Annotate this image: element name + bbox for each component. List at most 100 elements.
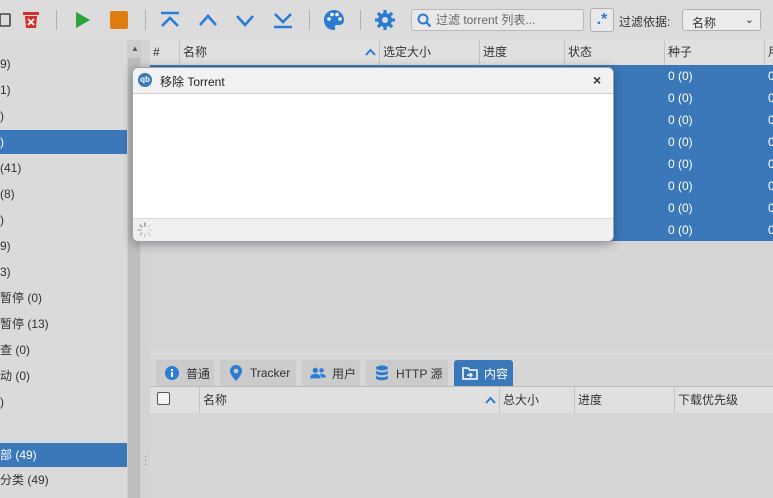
splitter-grip-icon[interactable]: · · ·: [144, 452, 147, 470]
toolbar-separator: [145, 10, 146, 30]
seeds-cell: 0 (0): [668, 201, 693, 215]
sidebar-item[interactable]: 动 (0): [0, 364, 127, 388]
users-icon: [310, 365, 326, 381]
tab-general-label: 普通: [186, 366, 211, 381]
dialog-titlebar[interactable]: qb 移除 Torrent ×: [133, 68, 613, 94]
peers-cell: 0: [768, 91, 773, 105]
seeds-cell: 0 (0): [668, 179, 693, 193]
seeds-cell: 0 (0): [668, 113, 693, 127]
content-column-header-total-size[interactable]: 总大小: [500, 387, 575, 413]
add-torrent-icon[interactable]: [0, 9, 12, 31]
loading-spinner-icon: [137, 222, 153, 238]
dialog-footer: [133, 218, 613, 241]
toolbar-separator: [56, 10, 57, 30]
delete-torrent-button[interactable]: [19, 9, 43, 31]
seeds-cell: 0 (0): [668, 69, 693, 83]
filter-by-label: 过滤依据:: [619, 15, 671, 29]
column-header-peers[interactable]: 用: [765, 40, 773, 65]
sidebar-item[interactable]: 暂停 (0): [0, 286, 127, 310]
pause-button[interactable]: [107, 9, 131, 31]
peers-cell: 0: [768, 135, 773, 149]
move-up-button[interactable]: [196, 9, 220, 31]
tab-http-sources[interactable]: HTTP 源: [366, 360, 448, 386]
folder-link-icon: [462, 365, 478, 381]
column-header-progress[interactable]: 进度: [480, 40, 565, 65]
sidebar-item[interactable]: ): [0, 104, 127, 128]
sidebar-item[interactable]: 9): [0, 234, 127, 258]
column-header-select: [150, 387, 200, 413]
peers-cell: 0: [768, 113, 773, 127]
peers-cell: 0: [768, 157, 773, 171]
content-table-header: 名称 总大小 进度 下载优先级: [150, 386, 773, 414]
content-column-header-progress[interactable]: 进度: [575, 387, 675, 413]
sidebar: 9) 1))) (41) (8)) 9) 3) 暂停 (0) 暂停 (13) 查 (0) 动 …: [0, 40, 127, 498]
sidebar-item[interactable]: ): [0, 390, 127, 414]
info-icon: [164, 365, 180, 381]
peers-cell: 0: [768, 201, 773, 215]
remove-torrent-dialog: qb 移除 Torrent ×: [132, 67, 614, 242]
move-down-button[interactable]: [233, 9, 257, 31]
seeds-cell: 0 (0): [668, 157, 693, 171]
sort-ascending-icon: [365, 48, 376, 56]
dialog-body: [133, 94, 613, 218]
seeds-cell: 0 (0): [668, 135, 693, 149]
seeds-cell: 0 (0): [668, 91, 693, 105]
tab-content-label: 内容: [484, 366, 509, 381]
sidebar-item[interactable]: [0, 416, 127, 440]
sidebar-item[interactable]: (8): [0, 182, 127, 206]
tab-http-sources-label: HTTP 源: [396, 366, 443, 381]
resume-button[interactable]: [70, 9, 94, 31]
peers-cell: 0: [768, 179, 773, 193]
database-icon: [374, 365, 390, 381]
peers-cell: 0: [768, 69, 773, 83]
column-header-number[interactable]: #: [150, 40, 180, 65]
search-icon: [417, 13, 432, 28]
column-header-status[interactable]: 状态: [565, 40, 665, 65]
content-table-body: [150, 413, 773, 498]
sidebar-item[interactable]: 3): [0, 260, 127, 284]
search-input[interactable]: [436, 10, 581, 30]
dialog-title: 移除 Torrent: [160, 75, 225, 89]
palette-icon[interactable]: [322, 9, 346, 31]
tab-tracker[interactable]: Tracker: [220, 360, 296, 386]
move-top-button[interactable]: [158, 9, 182, 31]
tab-tracker-label: Tracker: [250, 366, 291, 380]
seeds-cell: 0 (0): [668, 223, 693, 237]
sort-ascending-icon: [485, 396, 496, 404]
sidebar-item[interactable]: (41): [0, 156, 127, 180]
column-header-name[interactable]: 名称: [180, 40, 380, 65]
chevron-down-icon: ⌄: [744, 14, 754, 26]
tab-peers[interactable]: 用户: [302, 360, 360, 386]
content-column-header-priority[interactable]: 下载优先级: [675, 387, 773, 413]
sidebar-item[interactable]: 1): [0, 78, 127, 102]
tab-peers-label: 用户: [332, 366, 357, 381]
location-pin-icon: [228, 365, 244, 381]
tab-content[interactable]: 内容: [454, 360, 513, 386]
tab-general[interactable]: 普通: [156, 360, 214, 386]
sidebar-item[interactable]: 9): [0, 52, 127, 76]
sidebar-item[interactable]: 查 (0): [0, 338, 127, 362]
sidebar-item[interactable]: ): [0, 130, 127, 154]
sidebar-item[interactable]: ): [0, 208, 127, 232]
sidebar-item[interactable]: 分类 (49): [0, 468, 127, 492]
torrent-table-header: # 名称 选定大小 进度 状态 种子 用: [150, 40, 773, 66]
filter-by-select[interactable]: 名称 ⌄: [682, 9, 761, 31]
toolbar-separator: [360, 10, 361, 30]
column-header-seeds[interactable]: 种子: [665, 40, 765, 65]
search-box[interactable]: [411, 9, 584, 31]
sidebar-item[interactable]: 部 (49): [0, 443, 127, 467]
content-column-header-name[interactable]: 名称: [200, 387, 500, 413]
scroll-up-icon[interactable]: ▲: [131, 44, 139, 53]
peers-cell: 0: [768, 223, 773, 237]
column-header-selected-size[interactable]: 选定大小: [380, 40, 480, 65]
move-bottom-button[interactable]: [271, 9, 295, 31]
close-icon[interactable]: ×: [593, 72, 601, 88]
sidebar-item[interactable]: 暂停 (13): [0, 312, 127, 336]
column-header-name-label: 名称: [183, 45, 208, 59]
toolbar-separator: [309, 10, 310, 30]
select-all-checkbox[interactable]: [157, 392, 170, 405]
regex-toggle-button[interactable]: .*: [590, 8, 614, 32]
filter-by-value: 名称: [692, 16, 717, 30]
gear-icon[interactable]: [373, 9, 397, 31]
qbittorrent-logo-icon: qb: [138, 73, 152, 87]
